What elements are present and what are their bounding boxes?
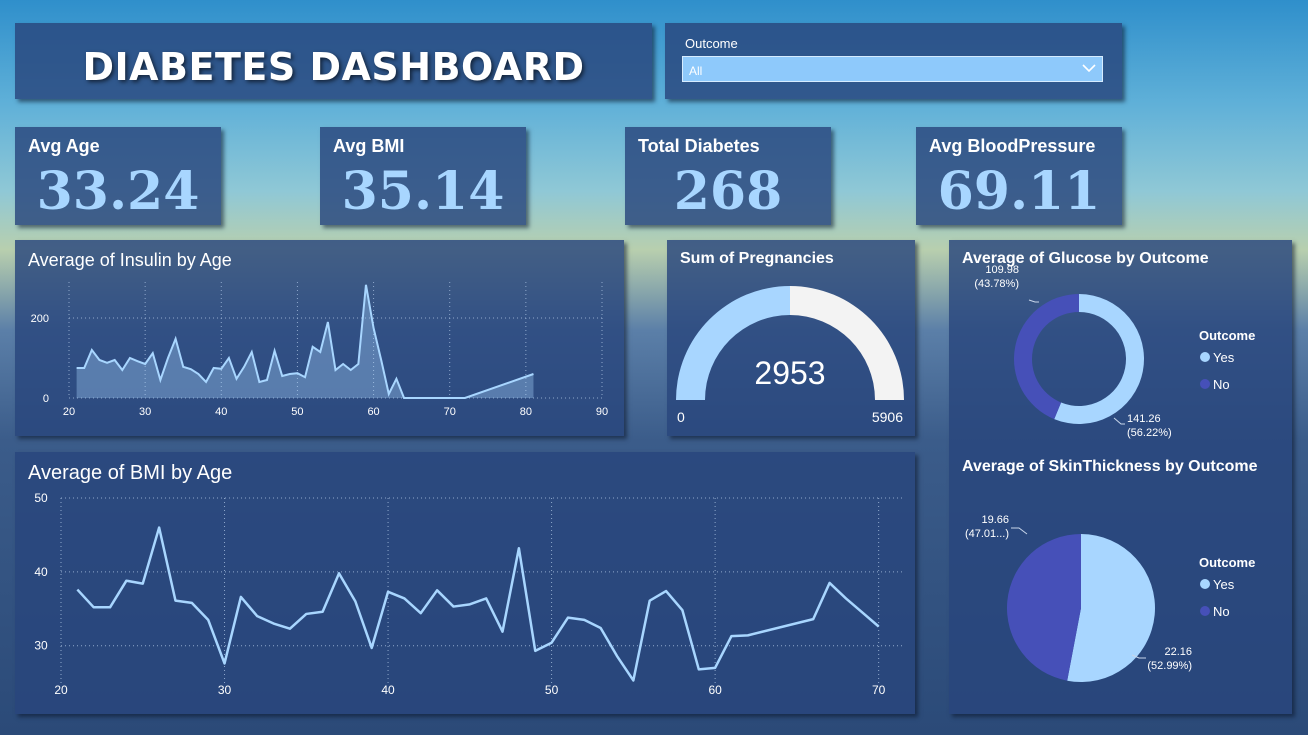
kpi-value: 35.14 [341,161,505,222]
slicer-label: Outcome [685,36,738,51]
x-tick-label: 70 [872,683,886,697]
kpi-value: 33.24 [36,161,200,222]
kpi-total-diabetes: Total Diabetes 268 [625,127,831,225]
legend-item-yes: Yes [1213,577,1235,592]
kpi-label: Avg BloodPressure [929,136,1096,156]
gauge-max-label: 5906 [872,409,903,425]
legend-title: Outcome [1199,555,1255,570]
skinthickness-pie-chart[interactable]: 22.16 (52.99%) 19.66 (47.01...) Outcome Yes No [949,462,1292,712]
legend-marker-yes [1200,579,1210,589]
data-label: 19.66 [981,514,1009,526]
legend-title: Outcome [1199,328,1255,343]
y-tick-label: 50 [34,491,48,505]
kpi-avg-bmi: Avg BMI 35.14 [320,127,526,225]
kpi-value: 268 [673,161,783,222]
x-tick-label: 30 [218,683,232,697]
chevron-down-icon [1082,64,1096,73]
kpi-avg-age: Avg Age 33.24 [15,127,221,225]
leader-line [1028,299,1039,303]
dropdown-value: All [689,64,703,78]
x-tick-label: 90 [596,406,608,418]
data-label: 141.26 [1127,413,1161,425]
legend-item-no: No [1213,604,1230,619]
pie-slice-no [1007,534,1081,681]
bmi-line [76,526,880,682]
pregnancies-gauge-panel[interactable]: Sum of Pregnancies 2953 0 5906 [667,240,915,436]
data-label-percent: (47.01...) [965,528,1009,540]
outcome-dropdown[interactable]: All [682,56,1103,82]
pie-slice-yes [1054,294,1144,424]
x-tick-label: 60 [708,683,722,697]
legend-marker-no [1200,606,1210,616]
pie-slice-no [1014,294,1079,420]
x-tick-label: 20 [63,406,75,418]
kpi-label: Avg BMI [333,136,405,156]
kpi-avg-bloodpressure: Avg BloodPressure 69.11 [916,127,1122,225]
x-tick-label: 60 [367,406,379,418]
x-tick-label: 70 [444,406,456,418]
kpi-label: Total Diabetes [638,136,760,156]
data-label-percent: (56.22%) [1127,427,1172,439]
insulin-area-chart: 20 30 40 50 60 70 80 90 0 200 [31,282,608,418]
bmi-chart-panel[interactable]: Average of BMI by Age 20 30 40 50 60 70 30 40 50 [15,452,915,714]
page-title: DIABETES DASHBOARD [82,45,585,89]
outcome-slicer: Outcome All [665,23,1122,99]
y-tick-label: 200 [31,313,49,325]
pregnancies-gauge: 2953 0 5906 [676,286,904,425]
leader-line [1011,527,1028,535]
title-panel: DIABETES DASHBOARD [15,23,652,99]
bmi-line-chart: 20 30 40 50 60 70 30 40 50 [34,491,903,697]
data-label-percent: (43.78%) [974,278,1019,290]
y-tick-label: 0 [43,393,49,405]
data-label-percent: (52.99%) [1147,660,1192,672]
legend-marker-no [1200,379,1210,389]
glucose-donut-chart[interactable]: 141.26 (56.22%) 109.98 (43.78%) Outcome Yes No [949,240,1292,450]
x-tick-label: 40 [215,406,227,418]
data-label: 109.98 [985,264,1019,276]
data-label: 22.16 [1164,646,1192,658]
gauge-value: 2953 [754,355,825,391]
kpi-label: Avg Age [28,136,100,156]
leader-line [1113,417,1125,425]
gauge-min-label: 0 [677,409,685,425]
legend-marker-yes [1200,352,1210,362]
legend-item-yes: Yes [1213,350,1235,365]
x-tick-label: 30 [139,406,151,418]
x-tick-label: 50 [291,406,303,418]
x-tick-label: 20 [54,683,68,697]
x-tick-label: 50 [545,683,559,697]
x-tick-label: 80 [520,406,532,418]
insulin-chart-panel[interactable]: Average of Insulin by Age 20 30 40 50 60 70 80… [15,240,624,436]
outcome-pies-panel: Average of Glucose by Outcome Average of… [949,240,1292,714]
legend-item-no: No [1213,377,1230,392]
insulin-area [76,284,534,398]
y-tick-label: 30 [34,639,48,653]
kpi-value: 69.11 [937,161,1101,222]
x-tick-label: 40 [381,683,395,697]
y-tick-label: 40 [34,565,48,579]
